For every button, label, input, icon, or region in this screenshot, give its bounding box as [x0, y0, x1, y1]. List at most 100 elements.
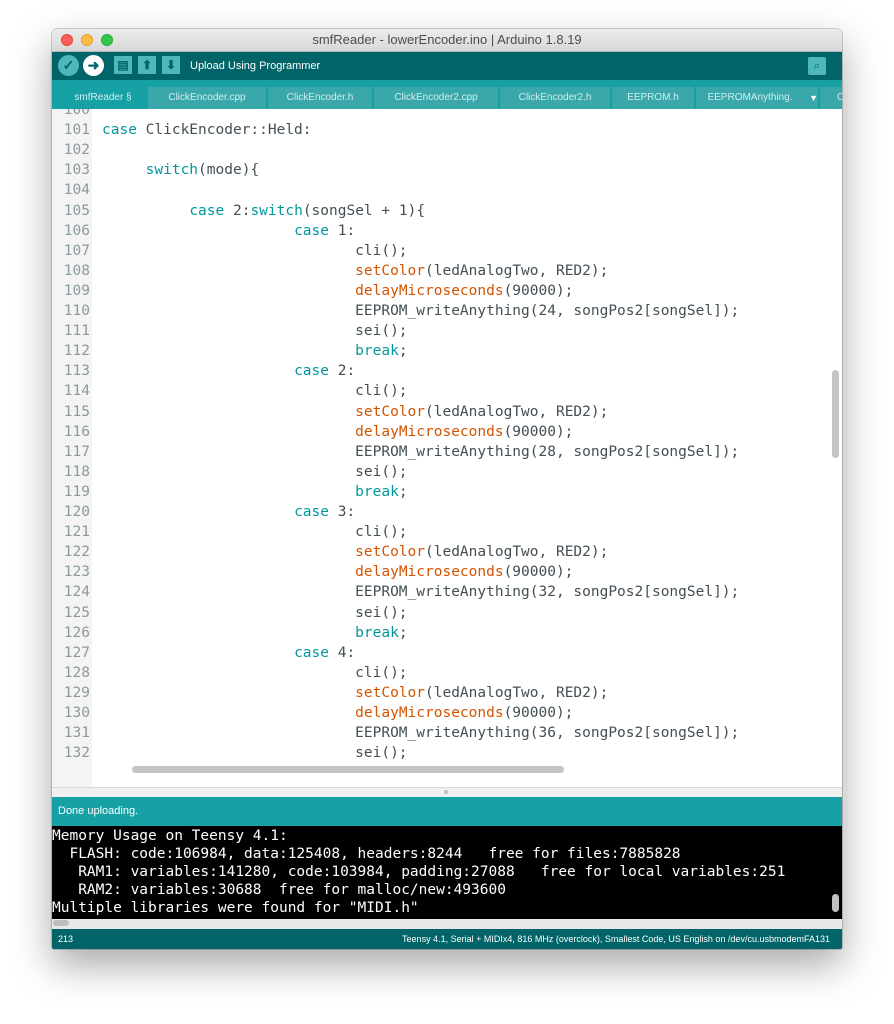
line-number: 130 — [63, 705, 90, 721]
console-vertical-scroll-thumb[interactable] — [832, 894, 839, 912]
line-number: 125 — [63, 604, 90, 621]
keyword-token: switch — [250, 202, 303, 219]
upload-button[interactable]: ➜ — [83, 55, 104, 76]
code-text: case 2: — [102, 361, 355, 381]
save-sketch-button[interactable]: ⬇ — [162, 56, 180, 74]
tab-clickencoder2-h[interactable]: ClickEncoder2.h — [500, 87, 610, 109]
serial-monitor-button[interactable]: ⌕ — [808, 57, 826, 75]
tab-overflow[interactable]: C — [820, 87, 842, 109]
line-number: 118 — [63, 463, 90, 480]
console-line: FLASH: code:106984, data:125408, headers… — [52, 846, 681, 862]
code-text: sei(); — [102, 462, 407, 482]
keyword-token: case — [294, 504, 329, 520]
code-text: break; — [102, 341, 407, 361]
line-number: 113 — [63, 363, 90, 380]
editor-vertical-scrollbar[interactable] — [828, 109, 842, 759]
pane-divider[interactable] — [52, 787, 842, 797]
function-token: delayMicroseconds — [355, 282, 504, 299]
new-sketch-button[interactable]: ▤ — [114, 56, 132, 74]
triangle-down-icon[interactable]: ▼ — [809, 87, 818, 109]
code-token: cli(); — [102, 524, 408, 541]
code-text: sei(); — [102, 321, 408, 341]
function-token: setColor — [355, 684, 426, 701]
console-horizontal-scroll-thumb[interactable] — [53, 920, 69, 926]
code-line: 109 delayMicroseconds(90000); — [52, 281, 832, 301]
code-text: delayMicroseconds(90000); — [102, 422, 573, 442]
line-number: 126 — [63, 624, 90, 641]
code-text: setColor(ledAnalogTwo, RED2); — [102, 402, 608, 422]
code-text: cli(); — [102, 522, 408, 542]
code-token: 4: — [328, 644, 356, 661]
editor-vertical-scroll-thumb[interactable] — [832, 370, 839, 458]
tab-clickencoder-cpp[interactable]: ClickEncoder.cpp — [148, 87, 266, 109]
code-line: 108 setColor(ledAnalogTwo, RED2); — [52, 261, 832, 281]
title-bar: smfReader - lowerEncoder.ino | Arduino 1… — [52, 29, 842, 52]
code-line: 130 delayMicroseconds(90000); — [52, 703, 832, 723]
tab-smfreader[interactable]: smfReader § — [60, 87, 146, 109]
code-line: 100 — [52, 109, 832, 120]
code-line: 131 EEPROM_writeAnything(36, songPos2[so… — [52, 723, 832, 743]
keyword-token: case — [294, 363, 329, 380]
arrow-right-icon: ➜ — [87, 57, 100, 73]
arrow-down-icon: ⬇ — [165, 58, 177, 72]
code-text: cli(); — [102, 381, 407, 401]
verify-button[interactable]: ✓ — [58, 55, 79, 76]
code-line: 117 EEPROM_writeAnything(28, songPos2[so… — [52, 442, 832, 462]
tab-eeprom-h[interactable]: EEPROM.h — [612, 87, 694, 109]
code-token: (90000); — [503, 423, 574, 440]
function-token: setColor — [355, 403, 426, 420]
open-sketch-button[interactable]: ⬆ — [138, 56, 156, 74]
line-number: 120 — [63, 504, 90, 520]
arrow-up-icon: ⬆ — [141, 58, 153, 72]
code-token: (mode){ — [198, 162, 260, 179]
code-token: 2: — [224, 202, 251, 219]
line-number: 101 — [63, 122, 90, 139]
code-line: 132 sei(); — [52, 743, 832, 763]
close-window-button[interactable] — [61, 34, 73, 46]
code-text: setColor(ledAnalogTwo, RED2); — [102, 683, 608, 703]
console-line: RAM1: variables:141280, code:103984, pad… — [52, 864, 786, 880]
code-text: cli(); — [102, 241, 407, 261]
line-number: 100 — [63, 109, 90, 118]
code-text: break; — [102, 482, 407, 502]
keyword-token: case — [102, 122, 137, 139]
function-token: delayMicroseconds — [355, 423, 504, 440]
function-token: setColor — [355, 544, 426, 561]
line-number: 114 — [63, 383, 90, 400]
code-line: 121 cli(); — [52, 522, 832, 542]
maximize-window-button[interactable] — [101, 34, 113, 46]
console-output[interactable]: Multiple libraries were found for "MIDI.… — [52, 826, 842, 919]
line-number: 131 — [63, 725, 90, 742]
editor-horizontal-scroll-thumb[interactable] — [132, 766, 564, 773]
code-line: 119 break; — [52, 482, 832, 502]
code-token: EEPROM_writeAnything(32, songPos2[songSe… — [102, 584, 740, 601]
console-horizontal-scrollbar[interactable] — [52, 919, 842, 929]
minimize-window-button[interactable] — [81, 34, 93, 46]
line-number: 128 — [63, 664, 90, 681]
code-text: sei(); — [102, 743, 407, 763]
code-line: 112 break; — [52, 341, 832, 361]
code-line: 104 — [52, 180, 832, 200]
tab-clickencoder2-cpp[interactable]: ClickEncoder2.cpp — [374, 87, 498, 109]
tab-eepromanything[interactable]: EEPROMAnything. — [696, 87, 818, 109]
code-line: 101 case ClickEncoder::Held: — [52, 120, 832, 140]
console-line: Multiple libraries were found for "MIDI.… — [52, 900, 419, 916]
code-token: EEPROM_writeAnything(36, songPos2[songSe… — [102, 725, 740, 742]
code-text: delayMicroseconds(90000); — [102, 281, 573, 301]
line-number: 104 — [63, 182, 90, 199]
code-token: (songSel + 1){ — [302, 202, 426, 219]
code-token: EEPROM_writeAnything(24, songPos2[songSe… — [102, 303, 740, 319]
code-token: (ledAnalogTwo, RED2); — [425, 403, 609, 420]
code-editor[interactable]: 132 sei(); 131 EEPROM_writeAnything(36, s… — [52, 109, 842, 787]
keyword-token: case — [294, 644, 329, 661]
tab-clickencoder-h[interactable]: ClickEncoder.h — [268, 87, 372, 109]
code-token: sei(); — [102, 323, 408, 340]
code-text: sei(); — [102, 603, 407, 623]
